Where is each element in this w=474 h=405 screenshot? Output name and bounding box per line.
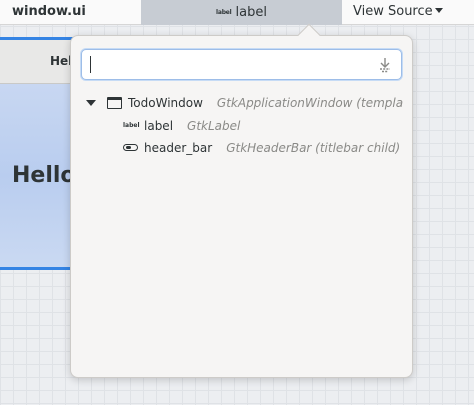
- text-caret: [90, 56, 91, 73]
- popover-arrow: [297, 23, 321, 47]
- expander-triangle-icon[interactable]: [86, 100, 96, 106]
- tree-row-header-bar[interactable]: header_bar GtkHeaderBar (titlebar child): [144, 138, 400, 158]
- view-source-button[interactable]: View Source: [353, 4, 433, 19]
- tree-row-name: label: [144, 119, 174, 133]
- label-widget-icon: label: [216, 9, 232, 16]
- window-icon: [107, 97, 122, 109]
- file-title: window.ui: [12, 4, 86, 19]
- label-widget-icon: label: [123, 122, 140, 129]
- pick-widget-icon[interactable]: [377, 57, 393, 73]
- chevron-down-icon[interactable]: [435, 8, 443, 13]
- selected-object-label: label: [235, 5, 267, 20]
- headerbar-widget-icon: [123, 144, 138, 151]
- object-selector-button[interactable]: label label: [141, 0, 342, 25]
- preview-header-title: Hel: [50, 54, 73, 68]
- preview-hello-label[interactable]: Hello: [12, 163, 76, 188]
- tree-row-name: TodoWindow: [128, 96, 203, 110]
- tree-row-type: GtkApplicationWindow (templa: [216, 96, 404, 110]
- tree-row-label[interactable]: label GtkLabel: [144, 116, 240, 136]
- tree-row-name: header_bar: [144, 141, 213, 155]
- tree-row-type: GtkLabel: [187, 119, 241, 133]
- top-bar: window.ui label label View Source: [0, 0, 474, 25]
- object-tree-popover: TodoWindow GtkApplicationWindow (templa …: [70, 23, 413, 378]
- tree-row-type: GtkHeaderBar (titlebar child): [226, 141, 401, 155]
- search-input[interactable]: [81, 49, 402, 80]
- tree-row-todowindow[interactable]: TodoWindow GtkApplicationWindow (templa: [128, 93, 403, 113]
